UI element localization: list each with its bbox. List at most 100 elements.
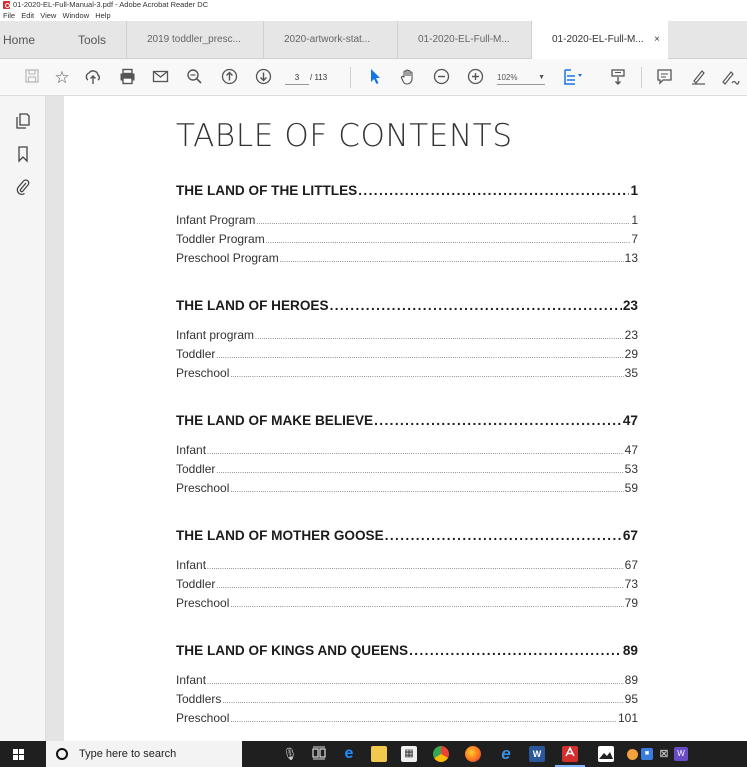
internet-explorer-icon[interactable]: e (498, 745, 514, 762)
entry-page-number: 35 (624, 366, 638, 380)
app-icon[interactable]: W (674, 747, 688, 761)
tab-document-3[interactable]: 01-2020-EL-Full-M... (397, 21, 531, 59)
toc-section-heading[interactable]: THE LAND OF KINGS AND QUEENS ...........… (176, 641, 638, 661)
leader-dots: ........................................… (409, 643, 622, 658)
section-title: THE LAND OF MOTHER GOOSE (176, 528, 384, 543)
tab-home[interactable]: Home (0, 21, 62, 59)
scroll-mode-icon[interactable] (608, 68, 628, 88)
taskbar-search-box[interactable]: Type here to search (46, 741, 242, 767)
fit-page-icon[interactable] (563, 68, 583, 88)
toc-entry[interactable]: Infant..................................… (176, 441, 638, 460)
toc-section-heading[interactable]: THE LAND OF MOTHER GOOSE ...............… (176, 526, 638, 546)
leader-dots: ........................................… (358, 183, 629, 198)
app-icon[interactable]: ⊠ (657, 747, 671, 761)
save-icon[interactable] (22, 68, 42, 88)
toc-entry[interactable]: Preschool...............................… (176, 364, 638, 383)
tab-tools[interactable]: Tools (62, 21, 126, 59)
toc-entry[interactable]: Toddler.................................… (176, 575, 638, 594)
file-explorer-icon[interactable] (371, 746, 387, 762)
highlight-icon[interactable] (688, 68, 708, 88)
toc-section-heading[interactable]: THE LAND OF THE LITTLES ................… (176, 181, 638, 201)
document-viewport[interactable]: TABLE OF CONTENTS THE LAND OF THE LITTLE… (46, 96, 747, 741)
comment-icon[interactable] (654, 68, 674, 88)
cortana-icon (56, 748, 68, 760)
leader-dots: ........................................… (230, 602, 624, 609)
toc-entry[interactable]: Infant program..........................… (176, 326, 638, 345)
edge-icon[interactable]: e (341, 746, 357, 762)
leader-dots: ........................................… (207, 679, 624, 686)
app-icon[interactable] (627, 749, 638, 760)
toc-entry[interactable]: Preschool...............................… (176, 479, 638, 498)
photos-icon[interactable] (598, 746, 614, 762)
current-page-input[interactable]: 3 (285, 70, 309, 85)
store-icon[interactable]: ▦ (401, 746, 417, 762)
leader-dots: ........................................… (216, 583, 624, 590)
zoom-out-icon[interactable] (431, 68, 451, 88)
select-icon[interactable] (365, 68, 385, 88)
toc-entry[interactable]: Infant..................................… (176, 556, 638, 575)
section-title: THE LAND OF THE LITTLES (176, 183, 358, 198)
microphone-icon[interactable]: 🎙 (282, 746, 298, 762)
entry-page-number: 59 (624, 481, 638, 495)
acrobat-icon[interactable] (562, 746, 578, 762)
section-page-number: 1 (630, 183, 638, 198)
window-title-bar: 01-2020-EL-Full-Manual-3.pdf - Adobe Acr… (0, 0, 747, 10)
toc-entry[interactable]: Toddler.................................… (176, 460, 638, 479)
menu-edit[interactable]: Edit (21, 10, 34, 21)
firefox-icon[interactable] (465, 746, 481, 762)
menu-window[interactable]: Window (62, 10, 89, 21)
hand-icon[interactable] (397, 68, 417, 88)
print-icon[interactable] (117, 68, 137, 88)
entry-page-number: 7 (631, 232, 638, 246)
page-up-icon[interactable] (219, 68, 239, 88)
toc-section-heading[interactable]: THE LAND OF HEROES .....................… (176, 296, 638, 316)
toolbar: ☆ 3 / 113 102% ▼ (0, 59, 747, 96)
task-view-icon[interactable] (311, 746, 327, 762)
chrome-icon[interactable] (433, 746, 449, 762)
page-down-icon[interactable] (253, 68, 273, 88)
mail-icon[interactable] (150, 68, 170, 88)
windows-start-icon[interactable] (13, 749, 24, 760)
zoom-value: 102% (497, 73, 518, 82)
tab-document-2[interactable]: 2020-artwork-stat... (263, 21, 397, 59)
toc-entry[interactable]: Preschool Program.......................… (176, 249, 638, 268)
word-icon[interactable]: W (529, 746, 545, 762)
window-title: 01-2020-EL-Full-Manual-3.pdf - Adobe Acr… (13, 0, 209, 9)
toc-entry[interactable]: Toddlers................................… (176, 690, 638, 709)
toc-section: THE LAND OF KINGS AND QUEENS ...........… (176, 641, 638, 728)
acrobat-pdf-icon (3, 1, 10, 9)
menu-file[interactable]: File (3, 10, 15, 21)
toc-entry[interactable]: Preschool...............................… (176, 594, 638, 613)
page-thumbnails-icon[interactable] (13, 112, 33, 132)
toc-entry[interactable]: Toddler Program.........................… (176, 230, 638, 249)
leader-dots: ........................................… (384, 528, 622, 543)
bookmark-icon[interactable] (13, 145, 33, 165)
menu-view[interactable]: View (40, 10, 56, 21)
toc-entry[interactable]: Toddler.................................… (176, 345, 638, 364)
zoom-dropdown[interactable]: 102% ▼ (497, 70, 545, 85)
zoom-in-icon[interactable] (465, 68, 485, 88)
entry-page-number: 89 (624, 673, 638, 687)
tab-document-4-active[interactable]: 01-2020-EL-Full-M... × (531, 21, 668, 60)
section-page-number: 89 (622, 643, 638, 658)
menu-help[interactable]: Help (95, 10, 110, 21)
app-icon[interactable]: ■ (641, 748, 653, 760)
zoom-search-icon[interactable] (184, 68, 204, 88)
star-icon[interactable]: ☆ (52, 68, 72, 88)
sign-icon[interactable] (720, 68, 740, 88)
toc-entry[interactable]: Preschool...............................… (176, 709, 638, 728)
leader-dots: ........................................… (230, 487, 624, 494)
leader-dots: ........................................… (329, 298, 622, 313)
section-page-number: 67 (622, 528, 638, 543)
toc-entry[interactable]: Infant..................................… (176, 671, 638, 690)
attachment-icon[interactable] (13, 178, 33, 198)
tab-document-4-label: 01-2020-EL-Full-M... (552, 34, 644, 45)
tab-document-1[interactable]: 2019 toddler_presc... (126, 21, 263, 59)
close-tab-icon[interactable]: × (654, 21, 660, 59)
toolbar-divider (350, 67, 351, 88)
toc-entry[interactable]: Infant Program..........................… (176, 211, 638, 230)
toc-section-heading[interactable]: THE LAND OF MAKE BELIEVE ...............… (176, 411, 638, 431)
entry-page-number: 29 (624, 347, 638, 361)
share-icon[interactable] (83, 68, 103, 88)
leader-dots: ........................................… (374, 413, 622, 428)
